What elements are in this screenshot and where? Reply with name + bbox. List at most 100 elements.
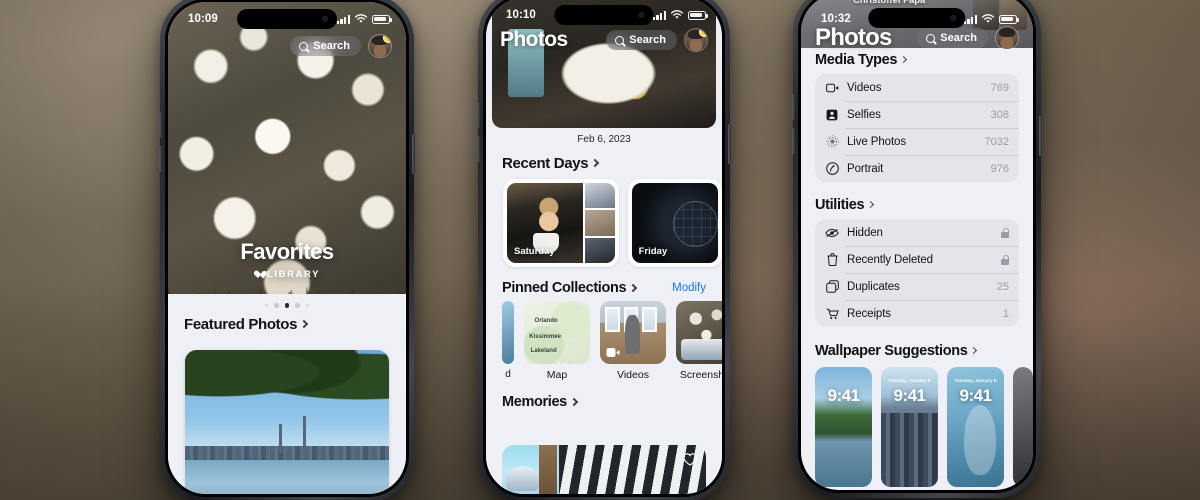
front-camera-icon [321,16,328,22]
list-item-recently-deleted[interactable]: Recently Deleted [815,246,1019,273]
list-item-portrait[interactable]: Portrait 976 [815,155,1019,182]
search-button[interactable]: Search [606,30,677,50]
volume-up-button[interactable] [159,112,162,138]
wallpaper-card-city[interactable]: Tuesday, January 9 9:41 [881,367,938,487]
tower [303,416,307,454]
wallpaper-date: Tuesday, January 9 [888,377,931,383]
wallpaper-scroller[interactable]: 9:41 Tuesday, January 9 9:41 Tuesday, Ja… [801,365,1033,487]
pinned-peek-left[interactable]: d [502,301,514,380]
featured-photo-card[interactable] [185,350,389,494]
power-button[interactable] [1039,116,1042,156]
video-icon [825,81,839,95]
wallpaper-card-park[interactable]: 9:41 [815,367,872,487]
power-button[interactable] [728,124,731,164]
portrait-icon [825,162,839,176]
strip-photo [585,210,615,236]
wifi-icon [670,10,684,19]
list-item-live-photos[interactable]: Live Photos 7032 [815,128,1019,155]
chevron-right-icon [299,319,309,328]
battery-icon [372,14,392,24]
pinned-collections-scroller[interactable]: d Orlando Kissimmee Lakeland Map Videos … [486,296,722,381]
list-item-count: 308 [990,108,1009,121]
recent-day-card[interactable]: Saturday [503,179,619,267]
chevron-right-icon [970,346,978,355]
utilities-list: Hidden Recently Deleted Duplicates 25 Re… [815,219,1019,327]
pinned-item-screenshots[interactable]: Screenshots [676,301,722,381]
video-icon [606,348,620,357]
memory-card[interactable] [502,445,706,494]
selfie-icon [825,108,839,122]
page-indicator[interactable] [168,294,406,312]
volume-down-button[interactable] [159,146,162,172]
wallpaper-card-selfie[interactable]: Tuesday, January 9 9:41 [947,367,1004,487]
avatar[interactable] [368,34,392,58]
phone2-nav-bar: Photos Search [486,28,722,52]
recent-days-header[interactable]: Recent Days [486,155,722,172]
utilities-header[interactable]: Utilities [815,197,1019,213]
eye-slash-icon [825,226,839,240]
phone-2-bezel: 10:10 Photos Search Feb 6, 2023 Recent D… [483,0,725,497]
phone-3-bezel: Christoffel Fapa 10:32 Photos Search Med… [798,0,1036,493]
wallpaper-suggestions-header[interactable]: Wallpaper Suggestions [815,343,1019,359]
chevron-right-icon [569,397,579,406]
wallpaper-time: 9:41 [827,386,860,406]
pinned-collections-header[interactable]: Pinned Collections [502,280,638,296]
hero-title: Favorites [240,239,334,264]
central-park-skyline-photo [185,350,389,494]
status-indicators [336,14,392,24]
search-label: Search [313,40,350,52]
person-silhouette [625,314,640,354]
phone-device-1: Favorites LIBRARY 10:09 Search Featured … [159,0,415,500]
list-item-label: Selfies [847,108,881,121]
recent-day-card[interactable]: Friday [627,179,722,267]
peek-label: d [505,369,511,380]
list-item-selfies[interactable]: Selfies 308 [815,101,1019,128]
list-item-count: 7032 [984,135,1009,148]
pinned-label: Videos [617,369,649,381]
page-dot-active[interactable] [284,303,290,308]
volume-down-button[interactable] [477,136,480,162]
status-indicators [652,10,708,20]
page-dot[interactable] [295,303,300,308]
list-item-count: 976 [990,162,1009,175]
status-time: 10:09 [188,13,218,25]
list-item-videos[interactable]: Videos 769 [815,74,1019,101]
page-dot[interactable] [305,303,309,307]
modify-button[interactable]: Modify [672,282,706,294]
map-label-kissimmee: Kissimmee [529,333,561,340]
tree-canopy [185,350,389,417]
search-button[interactable]: Search [290,36,361,56]
recent-day-strip [585,183,615,263]
globe-graphic [673,200,718,247]
pinned-label: Screenshots [679,369,722,381]
list-item-label: Recently Deleted [847,253,933,266]
recent-days-scroller[interactable]: Saturday Friday [486,172,722,267]
dynamic-island [868,8,966,28]
pinned-item-videos[interactable]: Videos [600,301,666,381]
pinned-item-map[interactable]: Orlando Kissimmee Lakeland Map [524,301,590,381]
volume-up-button[interactable] [477,102,480,128]
memories-header[interactable]: Memories [486,394,722,410]
heart-outline-icon[interactable] [683,453,697,466]
page-dot[interactable] [265,303,269,307]
volume-up-button[interactable] [792,94,795,120]
list-item-duplicates[interactable]: Duplicates 25 [815,273,1019,300]
wifi-icon [354,14,368,23]
volume-down-button[interactable] [792,128,795,154]
phone-2-screen: 10:10 Photos Search Feb 6, 2023 Recent D… [486,0,722,494]
page-dot[interactable] [274,303,279,308]
search-icon [926,33,936,43]
phone2-content-sheet: Feb 6, 2023 Recent Days Saturday Friday … [486,128,722,494]
window [642,307,657,333]
power-button[interactable] [412,134,415,174]
list-item-label: Hidden [847,226,883,239]
list-item-receipts[interactable]: Receipts 1 [815,300,1019,327]
recent-day-label: Friday [638,246,668,257]
wallpaper-card-peek[interactable] [1013,367,1033,487]
media-types-header[interactable]: Media Types [815,52,1019,68]
search-icon [299,41,309,51]
list-item-hidden[interactable]: Hidden [815,219,1019,246]
avatar[interactable] [684,28,708,52]
lock-icon [1001,254,1010,265]
featured-photos-header[interactable]: Featured Photos [168,316,406,333]
